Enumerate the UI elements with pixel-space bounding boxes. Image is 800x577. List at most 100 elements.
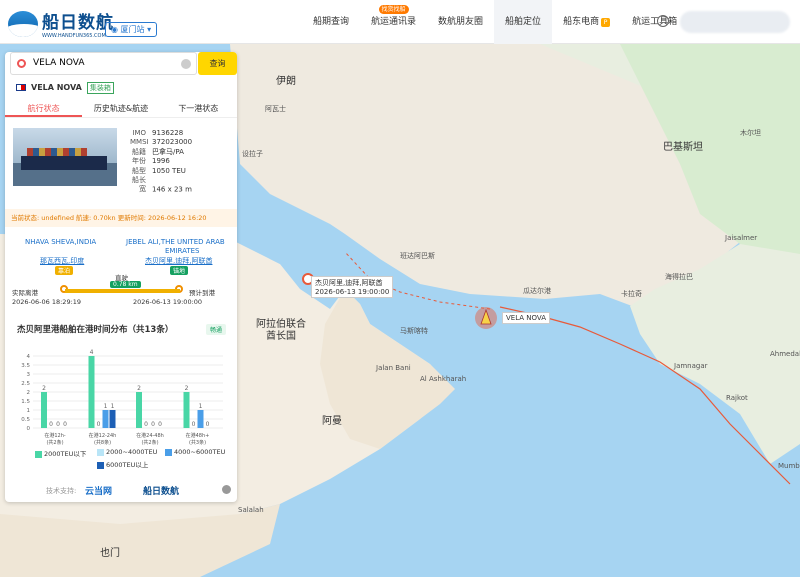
- legend-label: 2000~4000TEU: [106, 448, 158, 456]
- y-tick-label: 3.5: [21, 363, 30, 369]
- route-section: NHAVA SHEVA,INDIA JEBEL ALI,THE UNITED A…: [5, 232, 237, 312]
- y-tick-label: 2: [27, 390, 31, 396]
- location-label: 厦门站: [120, 25, 145, 34]
- nav-ship-position[interactable]: 船舶定位: [494, 0, 553, 44]
- info-row: IMO 9136228: [130, 129, 192, 138]
- chart-bar[interactable]: [41, 392, 47, 428]
- x-tick-label: 在港24-48h: [136, 432, 164, 439]
- info-value: 1996: [152, 157, 170, 166]
- location-selector[interactable]: ◉ 厦门站 ▾: [105, 22, 158, 37]
- logo[interactable]: 船日数航 WWW.HANDFUN365.COM: [8, 8, 114, 39]
- logo-text: 船日数航: [42, 13, 114, 33]
- info-value: 1050 TEU: [152, 166, 186, 175]
- ship-type-tag: 集装箱: [86, 82, 114, 94]
- map-label-city: Jamnagar: [674, 362, 708, 370]
- tab-voyage-status[interactable]: 航行状态: [5, 102, 83, 117]
- map-label-uae-2: 酋长国: [266, 331, 296, 342]
- partner-logo-1[interactable]: 云当网: [85, 484, 112, 497]
- y-tick-label: 0: [27, 426, 31, 432]
- chart-legend: 2000TEU以下 2000~4000TEU 4000~6000TEU 6000…: [5, 448, 237, 474]
- bar-value-label: 2: [185, 385, 189, 392]
- map-label-pakistan: 巴基斯坦: [663, 142, 703, 153]
- tab-history-track[interactable]: 历史轨迹&航迹: [82, 102, 159, 117]
- map-label-city: 班达阿巴斯: [400, 252, 435, 260]
- nav-label: 数航朋友圈: [438, 17, 484, 27]
- chart-svg: 00.511.522.533.5420 0 0在港12h-(共2条)401 1在港12…: [21, 349, 223, 446]
- info-key: 年份: [132, 157, 146, 166]
- info-row: 船型 1050 TEU: [130, 167, 192, 176]
- legend-item: 2000TEU以下: [35, 448, 86, 458]
- map-label-city: 卡拉奇: [621, 290, 642, 298]
- map-label-city: 马斯喀特: [400, 327, 428, 335]
- chart-status-button[interactable]: 畅通: [206, 324, 227, 335]
- arrive-label: 预计到港: [189, 289, 215, 297]
- legend-item: 6000TEU以上: [97, 459, 148, 469]
- chart-bar[interactable]: [197, 410, 204, 428]
- map-label-iran: 伊朗: [276, 76, 296, 87]
- from-port-cn[interactable]: 那瓦西瓦,印度: [40, 256, 84, 266]
- bar-value-label: 1: [199, 403, 203, 410]
- info-row: MMSI 372023000: [130, 138, 192, 147]
- clear-icon[interactable]: [181, 59, 191, 69]
- chart-bar[interactable]: [88, 356, 95, 428]
- search-button[interactable]: 查询: [198, 52, 237, 75]
- nav-moments[interactable]: 数航朋友圈: [427, 0, 494, 44]
- nav-ship-schedule[interactable]: 船期查询: [302, 0, 360, 44]
- bar-value-label: 0: [97, 421, 101, 428]
- footer-label: 技术支持:: [46, 487, 77, 495]
- legend-label: 6000TEU以上: [106, 461, 149, 469]
- chart-bar[interactable]: [102, 410, 109, 428]
- map-label-city: 阿瓦士: [265, 105, 286, 113]
- map-label-city: Jalan Bani: [376, 364, 411, 372]
- chart-title: 杰贝阿里港船舶在港时间分布（共13条）: [17, 325, 174, 335]
- nav-sup-badge: P: [601, 18, 611, 27]
- info-value: 9136228: [152, 129, 184, 137]
- chart-bar[interactable]: [109, 410, 116, 428]
- to-port-cn[interactable]: 杰贝阿里,迪拜,阿联酋: [145, 256, 212, 266]
- port-popup[interactable]: 杰贝阿里,迪拜,阿联酋 2026-06-13 19:00:00: [311, 276, 394, 298]
- y-tick-label: 1.5: [21, 399, 30, 405]
- map-label-city: Mumb: [778, 462, 800, 470]
- nav-directory[interactable]: 找货找船 航运通讯录: [360, 0, 427, 44]
- ship-map-label[interactable]: VELA NOVA: [502, 312, 551, 324]
- nav-toolbox[interactable]: 航运工具箱: [621, 0, 688, 44]
- logo-mark: [8, 10, 38, 37]
- legend-item: 2000~4000TEU: [97, 448, 157, 456]
- from-port-en[interactable]: NHAVA SHEVA,INDIA: [25, 238, 96, 246]
- info-value: 146 x 23 m: [152, 185, 192, 194]
- compass-icon[interactable]: [657, 15, 669, 27]
- port-popup-time: 2026-06-13 19:00:00: [315, 288, 390, 296]
- legend-swatch: [97, 448, 104, 456]
- legend-swatch: [97, 461, 104, 469]
- bar-value-label: 0: [63, 421, 67, 428]
- depart-label: 实际离港: [12, 289, 38, 297]
- ship-photo[interactable]: [13, 128, 117, 186]
- to-port-en-2[interactable]: EMIRATES: [165, 247, 200, 255]
- chart-bar[interactable]: [183, 392, 190, 428]
- nav-label: 船舶定位: [505, 17, 542, 27]
- tab-next-port[interactable]: 下一港状态: [160, 102, 237, 117]
- user-profile[interactable]: [680, 11, 790, 33]
- partner-logo-2[interactable]: 船日数航: [143, 484, 179, 497]
- legend-swatch: [35, 450, 42, 458]
- chart-bar[interactable]: [136, 392, 142, 428]
- legend-swatch: [165, 448, 172, 456]
- info-key: MMSI: [130, 138, 149, 147]
- footer: 技术支持: 云当网 船日数航: [5, 482, 237, 500]
- nav-shop[interactable]: 船东电商 P: [552, 0, 621, 44]
- bar-value-label: 0: [144, 421, 148, 428]
- map-label-city: Al Ashkharah: [420, 375, 467, 383]
- collapse-icon[interactable]: [222, 485, 231, 494]
- to-status-pill: 锚地: [170, 266, 189, 275]
- search-input[interactable]: [33, 58, 183, 68]
- to-port-en[interactable]: JEBEL ALI,THE UNITED ARAB: [126, 238, 225, 246]
- info-key: 船长宽: [132, 176, 146, 194]
- info-key: 船籍: [132, 147, 146, 156]
- info-key: 船型: [132, 166, 146, 175]
- info-value: 巴拿马/PA: [152, 147, 184, 156]
- x-tick-label: 在港48h+: [186, 432, 210, 439]
- legend-label: 4000~6000TEU: [174, 448, 226, 456]
- speed-value: 0.78 km: [110, 281, 141, 288]
- nav-badge: 找货找船: [378, 5, 409, 14]
- ship-info: IMO 9136228 MMSI 372023000 船籍 巴拿马/PA 年份 1996…: [130, 129, 192, 195]
